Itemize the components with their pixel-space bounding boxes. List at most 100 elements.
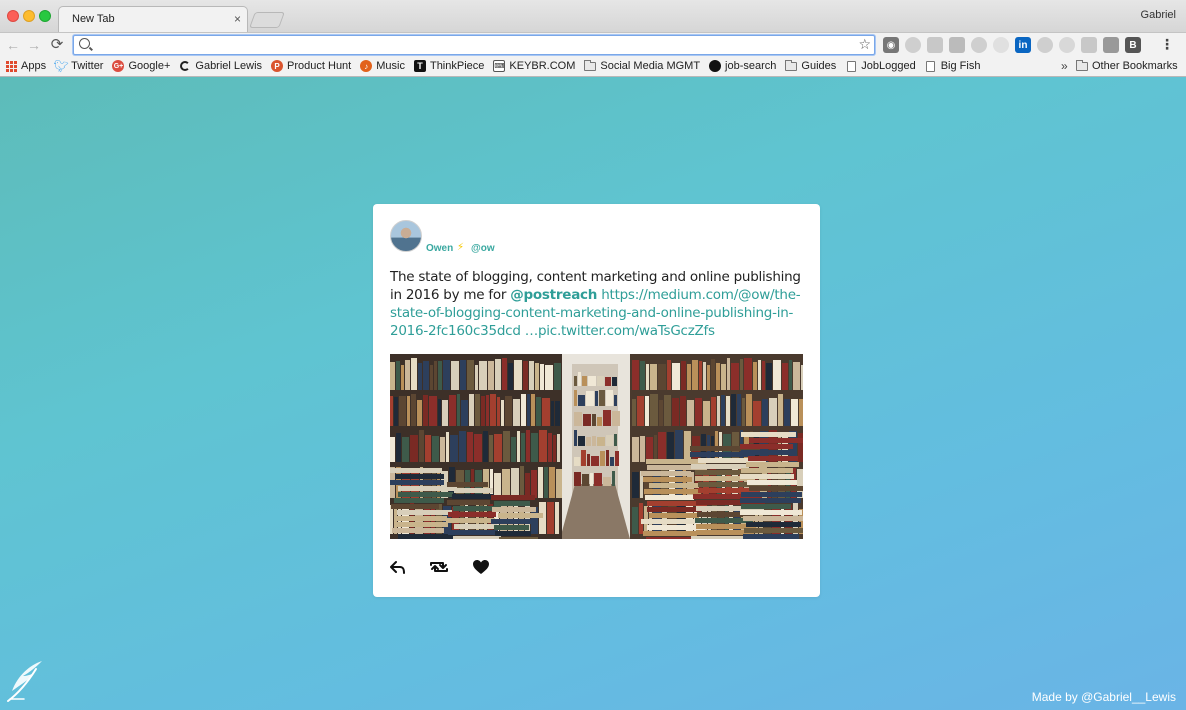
tweet-author-name[interactable]: Owen xyxy=(426,243,453,254)
bookmark-keybr[interactable]: ⌨ KEYBR.COM xyxy=(493,60,575,72)
book-spine xyxy=(610,457,614,466)
book-spine xyxy=(639,503,643,534)
avatar[interactable] xyxy=(390,220,422,252)
tweet-author-handle[interactable]: @ow xyxy=(471,243,495,254)
book-spine xyxy=(762,361,765,390)
book-spine xyxy=(632,399,636,426)
book-spine xyxy=(582,376,587,386)
like-heart-icon[interactable] xyxy=(472,559,490,575)
bookmark-product-hunt[interactable]: P Product Hunt xyxy=(271,60,351,72)
stacked-book xyxy=(646,459,706,464)
book-spine xyxy=(502,469,510,498)
book-spine xyxy=(667,432,674,462)
bookmark-guides[interactable]: Guides xyxy=(785,59,836,72)
book-spine xyxy=(606,450,609,466)
bookmark-gabriel-lewis[interactable]: Gabriel Lewis xyxy=(179,60,262,72)
book-spine xyxy=(410,435,418,462)
book-spine xyxy=(405,360,410,390)
clock-icon[interactable] xyxy=(971,37,987,53)
other-bookmarks[interactable]: Other Bookmarks xyxy=(1076,59,1178,72)
extension-icon[interactable] xyxy=(993,37,1009,53)
book-spine xyxy=(535,363,539,390)
book-spine xyxy=(418,363,422,390)
grid-icon[interactable] xyxy=(1103,37,1119,53)
book-spine xyxy=(450,435,458,462)
puzzle-icon[interactable] xyxy=(927,37,943,53)
stacked-book xyxy=(643,531,697,536)
menu-icon[interactable]: ⋮ xyxy=(1160,36,1174,53)
book-spine xyxy=(396,433,401,462)
title-bar: New Tab × Gabriel xyxy=(0,0,1186,32)
bookmark-thinkpiece[interactable]: T ThinkPiece xyxy=(413,60,484,72)
keyboard-icon: ⌨ xyxy=(493,60,506,72)
close-window-button[interactable] xyxy=(7,10,19,22)
bookmark-social-media-mgmt[interactable]: Social Media MGMT xyxy=(584,59,700,72)
book-spine xyxy=(578,372,581,386)
folder-icon xyxy=(584,59,597,72)
maximize-window-button[interactable] xyxy=(39,10,51,22)
bookmark-google-plus[interactable]: G+ Google+ xyxy=(112,60,170,72)
book-spine xyxy=(645,396,649,426)
cast-icon[interactable] xyxy=(949,37,965,53)
gem-icon[interactable] xyxy=(1059,37,1075,53)
forward-icon[interactable]: → xyxy=(25,36,43,54)
address-bar[interactable]: ☆ xyxy=(73,35,875,55)
reply-icon[interactable] xyxy=(390,559,406,575)
book-spine xyxy=(475,365,478,390)
book-spine xyxy=(425,435,431,462)
bookmark-joblogged[interactable]: JobLogged xyxy=(845,60,916,72)
book-spine xyxy=(574,472,581,486)
book-spine xyxy=(590,473,593,486)
more-bookmarks-chevron-icon[interactable]: » xyxy=(1061,59,1068,73)
cloud-icon[interactable] xyxy=(905,37,921,53)
bookmark-job-search[interactable]: job-search xyxy=(709,60,776,72)
bookmark-music[interactable]: ♪ Music xyxy=(360,60,405,72)
new-tab-button[interactable] xyxy=(249,12,285,28)
book-spine xyxy=(520,466,524,498)
bookmark-label: KEYBR.COM xyxy=(509,60,576,72)
book-spine xyxy=(687,364,691,390)
book-spine xyxy=(459,431,466,462)
linkedin-icon[interactable]: in xyxy=(1015,37,1031,53)
address-input[interactable] xyxy=(96,37,860,55)
tweet-mention-link[interactable]: @postreach xyxy=(510,287,597,303)
tab-close-icon[interactable]: × xyxy=(234,12,241,26)
book-spine xyxy=(632,507,638,534)
tweet-photo[interactable] xyxy=(390,354,803,539)
bookmark-apps[interactable]: Apps xyxy=(6,60,46,72)
retweet-icon[interactable] xyxy=(428,559,450,575)
book-spine xyxy=(434,361,437,390)
book-spine xyxy=(497,397,500,426)
book-spine xyxy=(692,360,698,390)
book-spine xyxy=(511,437,516,462)
ghostery-icon[interactable]: ◉ xyxy=(883,37,899,53)
reload-icon[interactable]: ⟳ xyxy=(48,36,66,54)
book-spine xyxy=(742,398,745,426)
book-spine xyxy=(467,432,473,462)
minimize-window-button[interactable] xyxy=(23,10,35,22)
profile-button[interactable]: Gabriel xyxy=(1141,9,1176,21)
bookmark-big-fish[interactable]: Big Fish xyxy=(925,60,980,72)
window-icon[interactable] xyxy=(1081,37,1097,53)
book-spine xyxy=(540,364,544,390)
tab-new-tab[interactable]: New Tab × xyxy=(58,6,248,32)
stacked-book xyxy=(397,510,452,515)
book-spine xyxy=(588,376,596,386)
settings-icon[interactable] xyxy=(1037,37,1053,53)
footer-credit[interactable]: Made by @Gabriel__Lewis xyxy=(1032,690,1176,704)
stacked-book xyxy=(390,480,444,485)
book-spine xyxy=(758,360,761,390)
stacked-book xyxy=(491,519,535,524)
book-spine xyxy=(726,396,730,426)
stacked-book xyxy=(748,456,798,461)
bookmark-star-icon[interactable]: ☆ xyxy=(858,36,871,53)
b-icon[interactable]: B xyxy=(1125,37,1141,53)
book-spine xyxy=(521,394,526,426)
book-spine xyxy=(513,399,520,426)
book-spine xyxy=(646,437,653,462)
back-icon[interactable]: ← xyxy=(4,36,22,54)
book-spine xyxy=(799,399,803,426)
bookmark-twitter[interactable]: 🐦︎ Twitter xyxy=(53,59,103,73)
book-spine xyxy=(592,436,596,446)
book-spine xyxy=(402,437,409,462)
